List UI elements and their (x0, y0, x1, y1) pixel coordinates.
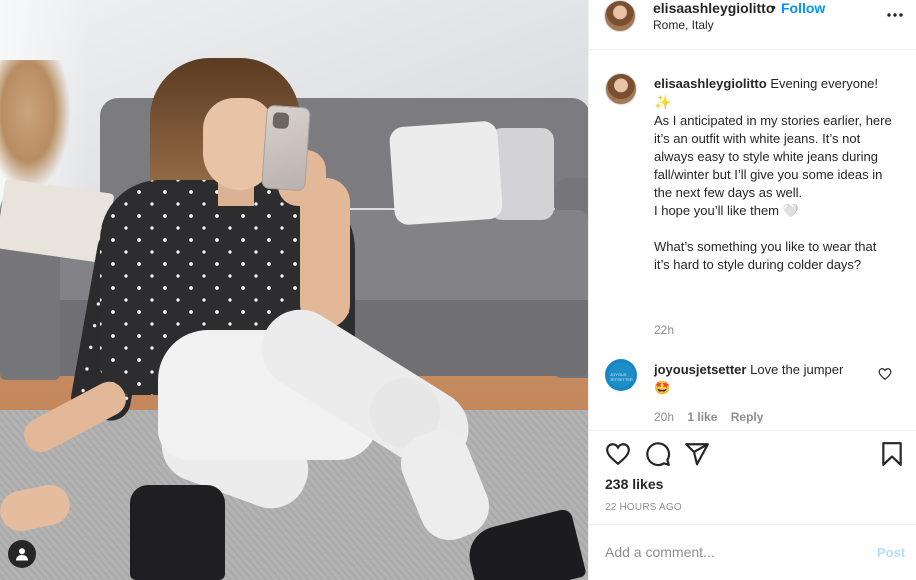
comment-timestamp[interactable]: 20h (654, 410, 674, 424)
comment-input[interactable] (605, 541, 855, 563)
phone-camera (272, 112, 290, 130)
post-header: elisaashleygiolitto • Follow Rome, Italy (589, 0, 916, 50)
avatar[interactable] (605, 73, 637, 105)
follow-button[interactable]: Follow (781, 0, 825, 16)
comment-like-icon[interactable] (878, 367, 892, 381)
commenter-username[interactable]: joyousjetsetter (654, 362, 746, 377)
share-icon[interactable] (684, 441, 710, 467)
post-photo[interactable] (0, 0, 588, 580)
bookmark-icon[interactable] (879, 441, 905, 467)
post-details-panel: elisaashleygiolitto • Follow Rome, Italy… (588, 0, 916, 580)
like-count[interactable]: 238 likes (605, 476, 663, 492)
caption: elisaashleygiolitto Evening everyone! ✨ … (654, 75, 894, 274)
pillow (388, 120, 504, 226)
location-link[interactable]: Rome, Italy (653, 18, 714, 32)
post-button[interactable]: Post (877, 545, 905, 560)
post-timestamp[interactable]: 22 HOURS AGO (605, 502, 682, 513)
comment-meta: 20h 1 like Reply (654, 410, 773, 424)
commenter-avatar[interactable]: JOYOUS JETSETTER (605, 359, 637, 391)
pampas-grass (0, 60, 70, 190)
user-tag-icon (16, 548, 28, 561)
caption-first-line: Evening everyone! (770, 76, 879, 91)
heart-icon[interactable] (605, 441, 631, 467)
more-icon[interactable] (885, 6, 905, 24)
user-tag-button[interactable] (8, 540, 36, 568)
smartphone (261, 104, 311, 192)
reply-button[interactable]: Reply (731, 410, 764, 424)
post-actions: 238 likes 22 HOURS AGO (589, 430, 916, 525)
comment-likes[interactable]: 1 like (687, 410, 717, 424)
avatar-text: JOYOUS JETSETTER (610, 372, 633, 382)
comment-icon[interactable] (645, 441, 671, 467)
caption-body: As I anticipated in my stories earlier, … (654, 113, 892, 272)
comment-text: Love the jumper (750, 362, 844, 377)
add-comment-bar: Post (589, 524, 916, 580)
boot-left (130, 485, 225, 580)
caption-username[interactable]: elisaashleygiolitto (654, 76, 767, 91)
comments-section[interactable]: elisaashleygiolitto Evening everyone! ✨ … (589, 51, 916, 429)
comment-emoji: 🤩 (654, 380, 671, 395)
separator-dot: • (771, 0, 776, 15)
comment: joyousjetsetter Love the jumper 🤩 (654, 361, 869, 397)
caption-timestamp[interactable]: 22h (654, 323, 674, 337)
avatar[interactable] (604, 0, 636, 32)
author-username[interactable]: elisaashleygiolitto (653, 0, 774, 16)
sparkle-emoji: ✨ (654, 94, 672, 110)
